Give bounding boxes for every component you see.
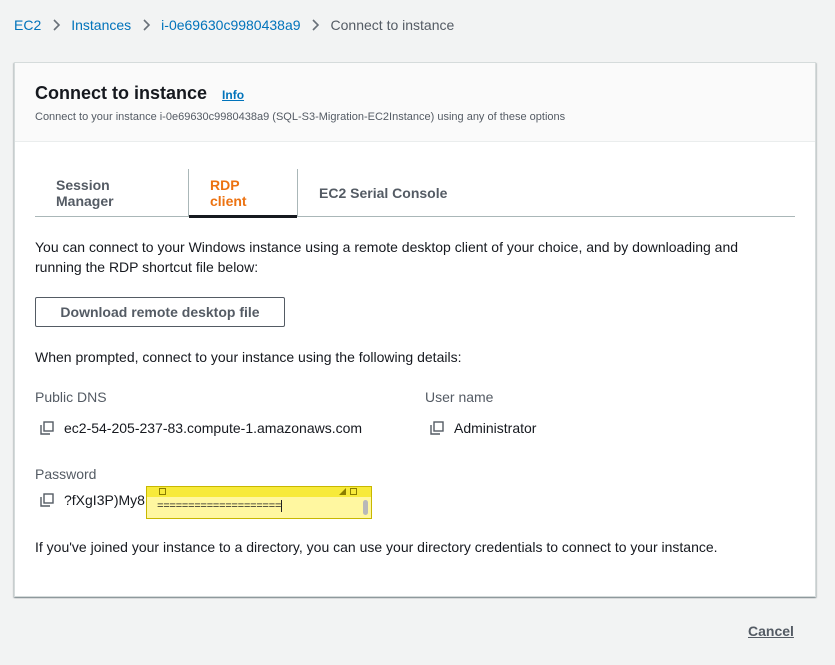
prompt-text: When prompted, connect to your instance …: [35, 349, 462, 365]
breadcrumb-ec2[interactable]: EC2: [14, 17, 41, 33]
public-dns-label: Public DNS: [35, 389, 107, 405]
tab-session-manager[interactable]: Session Manager: [35, 169, 188, 217]
copy-icon[interactable]: [40, 493, 54, 507]
password-value: ?fXgI3P)My8: [64, 492, 145, 508]
panel-description: Connect to your instance i-0e69630c99804…: [35, 111, 566, 123]
chevron-right-icon: [41, 19, 71, 31]
cancel-button[interactable]: Cancel: [748, 623, 794, 639]
password-label: Password: [35, 466, 97, 482]
breadcrumb: EC2 Instances i-0e69630c9980438a9 Connec…: [14, 16, 454, 34]
panel-header: Connect to instance Info Connect to your…: [15, 63, 815, 142]
username-value: Administrator: [454, 420, 537, 436]
chevron-right-icon: [131, 19, 161, 31]
directory-note: If you've joined your instance to a dire…: [35, 539, 718, 555]
download-remote-desktop-file-button[interactable]: Download remote desktop file: [35, 297, 285, 327]
sticky-close-icon[interactable]: [159, 488, 166, 495]
public-dns-field: ec2-54-205-237-83.compute-1.amazonaws.co…: [40, 420, 362, 436]
breadcrumb-instance-id[interactable]: i-0e69630c9980438a9: [161, 17, 300, 33]
connection-tabs: Session Manager RDP client EC2 Serial Co…: [35, 169, 795, 218]
username-label: User name: [425, 389, 494, 405]
sticky-note-titlebar[interactable]: [147, 487, 371, 497]
copy-icon[interactable]: [40, 421, 54, 435]
chevron-right-icon: [301, 19, 331, 31]
public-dns-value: ec2-54-205-237-83.compute-1.amazonaws.co…: [64, 420, 363, 436]
connect-panel: Connect to instance Info Connect to your…: [14, 62, 816, 597]
password-field: ?fXgI3P)My8: [40, 492, 145, 508]
page-title: Connect to instance: [35, 83, 208, 103]
username-field: Administrator: [430, 420, 536, 436]
info-link[interactable]: Info: [222, 88, 244, 102]
breadcrumb-instances[interactable]: Instances: [71, 17, 131, 33]
tab-ec2-serial-console[interactable]: EC2 Serial Console: [298, 169, 468, 217]
sticky-collapse-icon[interactable]: [339, 488, 346, 495]
copy-icon[interactable]: [430, 421, 444, 435]
sticky-scrollbar[interactable]: [363, 500, 368, 515]
sticky-zoom-icon[interactable]: [350, 488, 357, 495]
sticky-note-text[interactable]: ====================: [157, 500, 283, 513]
sticky-note[interactable]: ====================: [146, 486, 372, 519]
tab-rdp-client[interactable]: RDP client: [188, 169, 298, 218]
rdp-intro-line-1: You can connect to your Windows instance…: [35, 239, 739, 255]
breadcrumb-current: Connect to instance: [330, 17, 455, 33]
rdp-intro-line-2: running the RDP shortcut file below:: [35, 259, 259, 275]
